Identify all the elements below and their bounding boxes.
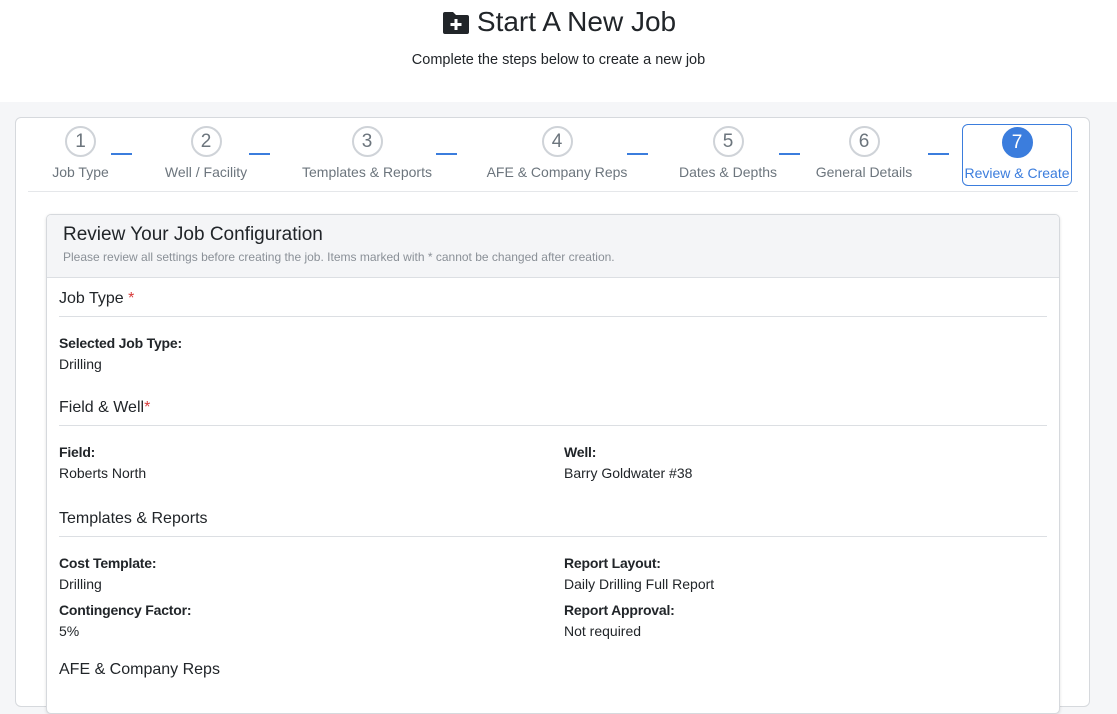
step-connector — [779, 153, 800, 155]
review-header: Review Your Job Configuration Please rev… — [47, 215, 1059, 278]
step-general-details[interactable]: 6 General Details — [805, 124, 923, 186]
field-well: Well: Barry Goldwater #38 — [564, 444, 692, 481]
review-body: Job Type * Selected Job Type: Drilling F… — [47, 278, 1059, 687]
step-number: 6 — [848, 126, 880, 157]
step-connector — [436, 153, 457, 155]
step-label: Job Type — [52, 164, 109, 180]
step-review-create[interactable]: 7 Review & Create — [962, 124, 1072, 186]
step-number: 7 — [1001, 127, 1033, 158]
required-mark: * — [144, 399, 151, 416]
field-label: Well: — [564, 444, 597, 460]
page-subtitle: Complete the steps below to create a new… — [411, 52, 706, 68]
section-fields: Selected Job Type: Drilling — [59, 317, 1047, 387]
field-label: Field: — [59, 444, 96, 460]
section-fields: Cost Template: Drilling Report Layout: D… — [59, 537, 1047, 657]
field-label: Report Approval: — [564, 602, 675, 618]
step-number: 4 — [541, 126, 573, 157]
step-label: Dates & Depths — [678, 164, 778, 180]
field-value: Daily Drilling Full Report — [564, 576, 715, 592]
step-number: 1 — [65, 126, 96, 157]
field-field: Field: Roberts North — [59, 444, 146, 481]
step-connector — [111, 153, 132, 155]
step-well-facility[interactable]: 2 Well / Facility — [146, 124, 266, 186]
field-value: Barry Goldwater #38 — [564, 465, 693, 481]
review-subtitle: Please review all settings before creati… — [63, 250, 615, 264]
field-label: Selected Job Type: — [59, 335, 182, 351]
section-fields: Field: Roberts North Well: Barry Goldwat… — [59, 426, 1047, 498]
page-title: Start A New Job — [476, 6, 677, 37]
step-label: Review & Create — [964, 165, 1070, 181]
field-report-approval: Report Approval: Not required — [564, 602, 675, 639]
step-connector — [928, 153, 949, 155]
step-dates-depths[interactable]: 5 Dates & Depths — [658, 124, 798, 186]
step-templates-reports[interactable]: 3 Templates & Reports — [284, 124, 450, 186]
step-number: 5 — [712, 126, 744, 157]
required-mark: * — [128, 290, 135, 307]
section-field-well: Field & Well* Field: Roberts North Well:… — [59, 387, 1047, 498]
field-label: Cost Template: — [59, 555, 157, 571]
step-afe-company-reps[interactable]: 4 AFE & Company Reps — [471, 124, 643, 186]
field-contingency-factor: Contingency Factor: 5% — [59, 602, 192, 639]
section-title: Templates & Reports — [59, 498, 1047, 537]
field-cost-template: Cost Template: Drilling — [59, 555, 156, 592]
section-afe-company-reps: AFE & Company Reps — [59, 657, 1047, 687]
section-title: AFE & Company Reps — [59, 661, 220, 678]
step-label: Well / Facility — [164, 164, 248, 180]
field-selected-job-type: Selected Job Type: Drilling — [59, 335, 182, 372]
step-label: AFE & Company Reps — [486, 164, 628, 180]
page-header: Start A New Job Complete the steps below… — [0, 0, 1117, 102]
section-title: Job Type * — [59, 278, 1047, 317]
field-value: 5% — [59, 623, 80, 639]
field-value: Drilling — [59, 576, 102, 592]
section-job-type: Job Type * Selected Job Type: Drilling — [59, 278, 1047, 387]
folder-plus-icon — [442, 12, 469, 34]
section-title-text: Job Type — [59, 290, 124, 307]
page-title-row: Start A New Job — [0, 6, 1117, 38]
step-number: 3 — [351, 126, 383, 157]
wizard-stepper: 1 Job Type 2 Well / Facility 3 Templates… — [28, 118, 1078, 192]
step-connector — [249, 153, 270, 155]
field-value: Drilling — [59, 356, 102, 372]
step-label: Templates & Reports — [302, 164, 432, 180]
field-value: Roberts North — [59, 465, 147, 481]
field-label: Contingency Factor: — [59, 602, 192, 618]
section-title-text: Field & Well — [59, 399, 145, 416]
review-title: Review Your Job Configuration — [63, 224, 323, 245]
step-connector — [627, 153, 648, 155]
step-job-type[interactable]: 1 Job Type — [33, 124, 128, 186]
wizard-card: 1 Job Type 2 Well / Facility 3 Templates… — [15, 117, 1090, 714]
field-report-layout: Report Layout: Daily Drilling Full Repor… — [564, 555, 714, 592]
step-label: General Details — [815, 164, 913, 180]
section-templates-reports: Templates & Reports Cost Template: Drill… — [59, 498, 1047, 657]
step-number: 2 — [190, 126, 222, 157]
section-title: Field & Well* — [59, 387, 1047, 426]
review-panel: Review Your Job Configuration Please rev… — [46, 214, 1060, 714]
field-label: Report Layout: — [564, 555, 661, 571]
field-value: Not required — [564, 623, 642, 639]
